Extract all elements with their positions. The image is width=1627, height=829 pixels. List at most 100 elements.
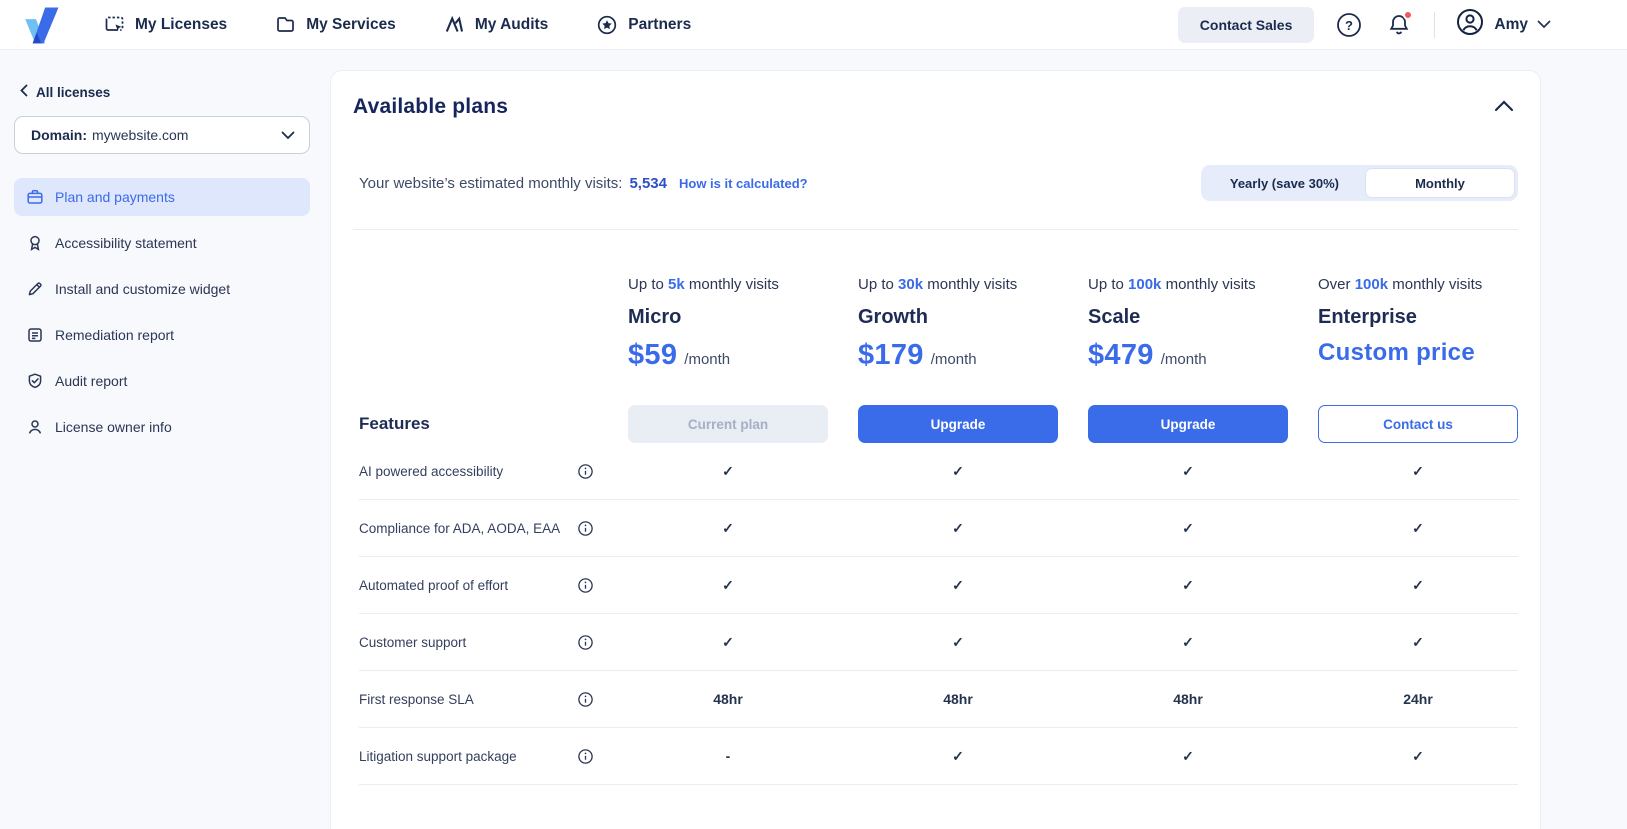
- feature-value: ✓: [628, 634, 828, 651]
- page-title: Available plans: [353, 95, 508, 119]
- feature-value: 48hr: [858, 691, 1058, 707]
- chevron-down-icon: [1537, 16, 1551, 34]
- nav-partners[interactable]: Partners: [596, 14, 691, 36]
- partners-icon: [596, 14, 618, 36]
- nav-label: Partners: [628, 16, 691, 34]
- domain-label: Domain:: [31, 127, 87, 143]
- sidebar-item-plan-and-payments[interactable]: Plan and payments: [14, 178, 310, 216]
- nav-my-services[interactable]: My Services: [275, 14, 396, 35]
- features-heading: Features: [359, 414, 598, 434]
- feature-row: Litigation support package - ✓ ✓ ✓: [359, 728, 1518, 785]
- upgrade-scale-button[interactable]: Upgrade: [1088, 405, 1288, 443]
- feature-label: Compliance for ADA, AODA, EAA: [359, 521, 560, 536]
- sidebar-item-label: Plan and payments: [55, 189, 175, 205]
- plan-column-growth: Up to 30k monthly visits Growth $179/mon…: [858, 276, 1058, 375]
- contact-us-button[interactable]: Contact us: [1318, 405, 1518, 443]
- feature-value: ✓: [858, 748, 1058, 765]
- avatar-icon: [1455, 7, 1485, 42]
- notifications-bell-icon[interactable]: [1384, 10, 1414, 40]
- how-calculated-link[interactable]: How is it calculated?: [679, 176, 808, 191]
- info-icon[interactable]: [577, 691, 594, 708]
- feature-value: 48hr: [628, 691, 828, 707]
- info-icon[interactable]: [577, 520, 594, 537]
- sidebar-item-license-owner-info[interactable]: License owner info: [14, 408, 310, 446]
- plan-name: Micro: [628, 306, 828, 329]
- feature-value: ✓: [858, 577, 1058, 594]
- info-icon[interactable]: [577, 577, 594, 594]
- billing-period-toggle: Yearly (save 30%) Monthly: [1201, 165, 1518, 201]
- topbar-right: Contact Sales ? Amy: [1178, 7, 1627, 43]
- feature-row: Customer support ✓ ✓ ✓ ✓: [359, 614, 1518, 671]
- user-menu[interactable]: Amy: [1455, 7, 1551, 42]
- brand-logo-icon[interactable]: [18, 2, 64, 48]
- feature-row: Automated proof of effort ✓ ✓ ✓ ✓: [359, 557, 1518, 614]
- collapse-chevron-up-icon[interactable]: [1490, 96, 1518, 119]
- plan-name: Enterprise: [1318, 306, 1518, 329]
- contact-sales-button[interactable]: Contact Sales: [1178, 7, 1315, 43]
- info-icon[interactable]: [577, 634, 594, 651]
- person-icon: [26, 418, 44, 436]
- feature-label: Automated proof of effort: [359, 578, 508, 593]
- plan-price: Custom price: [1318, 339, 1475, 367]
- estimated-visits-value: 5,534: [629, 175, 667, 192]
- back-to-all-licenses-link[interactable]: All licenses: [14, 84, 310, 100]
- nav-label: My Audits: [475, 16, 548, 34]
- pencil-icon: [26, 280, 44, 298]
- back-link-label: All licenses: [36, 85, 110, 100]
- feature-value: ✓: [1088, 634, 1288, 651]
- feature-value: ✓: [1318, 577, 1518, 594]
- services-icon: [275, 14, 296, 35]
- sidebar: All licenses Domain: mywebsite.com Plan …: [0, 50, 330, 829]
- plan-column-scale: Up to 100k monthly visits Scale $479/mon…: [1088, 276, 1288, 375]
- available-plans-card: Available plans Your website’s estimated…: [330, 70, 1541, 829]
- topbar: My Licenses My Services My Audits: [0, 0, 1627, 50]
- award-icon: [26, 234, 44, 252]
- estimated-visits-label: Your website’s estimated monthly visits:: [359, 175, 622, 192]
- sidebar-item-label: License owner info: [55, 419, 172, 435]
- feature-row: AI powered accessibility ✓ ✓ ✓ ✓: [359, 443, 1518, 500]
- current-plan-button[interactable]: Current plan: [628, 405, 828, 443]
- user-name: Amy: [1494, 16, 1528, 34]
- top-navigation: My Licenses My Services My Audits: [104, 14, 691, 36]
- feature-label: Litigation support package: [359, 749, 517, 764]
- plan-name: Scale: [1088, 306, 1288, 329]
- nav-my-audits[interactable]: My Audits: [444, 14, 548, 35]
- upgrade-growth-button[interactable]: Upgrade: [858, 405, 1058, 443]
- sidebar-item-install-widget[interactable]: Install and customize widget: [14, 270, 310, 308]
- plans-table: Up to 5k monthly visits Micro $59/month …: [353, 276, 1518, 785]
- feature-value: ✓: [628, 463, 828, 480]
- plan-name: Growth: [858, 306, 1058, 329]
- feature-value: ✓: [1088, 463, 1288, 480]
- info-icon[interactable]: [577, 748, 594, 765]
- toggle-monthly[interactable]: Monthly: [1365, 168, 1515, 198]
- domain-selector[interactable]: Domain: mywebsite.com: [14, 116, 310, 154]
- sidebar-item-label: Install and customize widget: [55, 281, 230, 297]
- feature-value: 24hr: [1318, 691, 1518, 707]
- nav-my-licenses[interactable]: My Licenses: [104, 14, 227, 35]
- help-icon[interactable]: ?: [1334, 10, 1364, 40]
- feature-value: ✓: [628, 577, 828, 594]
- feature-value: ✓: [1318, 463, 1518, 480]
- svg-text:?: ?: [1345, 18, 1353, 33]
- sidebar-item-audit-report[interactable]: Audit report: [14, 362, 310, 400]
- feature-value: ✓: [1088, 520, 1288, 537]
- plan-price: $179: [858, 339, 924, 372]
- document-icon: [26, 326, 44, 344]
- sidebar-item-remediation-report[interactable]: Remediation report: [14, 316, 310, 354]
- toggle-yearly[interactable]: Yearly (save 30%): [1204, 168, 1365, 198]
- shield-check-icon: [26, 372, 44, 390]
- feature-label: AI powered accessibility: [359, 464, 503, 479]
- sidebar-item-accessibility-statement[interactable]: Accessibility statement: [14, 224, 310, 262]
- feature-value: ✓: [1088, 748, 1288, 765]
- feature-value: ✓: [1318, 634, 1518, 651]
- chevron-left-icon: [20, 84, 28, 100]
- section-divider: [353, 229, 1518, 230]
- feature-label: First response SLA: [359, 692, 474, 707]
- feature-value: ✓: [858, 463, 1058, 480]
- sidebar-item-label: Audit report: [55, 373, 127, 389]
- chevron-down-icon: [281, 131, 295, 140]
- feature-value: -: [628, 748, 828, 764]
- feature-row: First response SLA 48hr 48hr 48hr 24hr: [359, 671, 1518, 728]
- info-icon[interactable]: [577, 463, 594, 480]
- briefcase-icon: [26, 188, 44, 206]
